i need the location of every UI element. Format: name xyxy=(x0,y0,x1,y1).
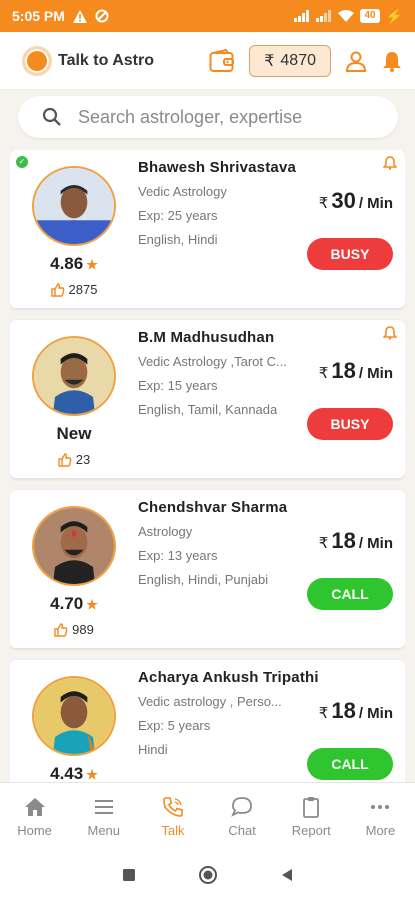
nav-item-chat[interactable]: Chat xyxy=(208,783,277,850)
report-icon xyxy=(303,797,320,818)
avatar[interactable] xyxy=(32,506,116,586)
astrologer-expertise: Vedic astrology , Perso... xyxy=(138,694,282,709)
astrologer-name: Acharya Ankush Tripathi xyxy=(138,669,319,686)
app-header: Talk to Astro ₹ 4870 xyxy=(0,32,415,90)
home-circle-icon[interactable] xyxy=(198,865,218,885)
notify-bell-icon[interactable] xyxy=(383,326,397,340)
wallet-icon[interactable] xyxy=(209,48,235,73)
search-bar[interactable] xyxy=(18,96,398,138)
astrologer-languages: English, Hindi xyxy=(138,232,218,247)
rating: 4.70 ★ xyxy=(50,594,98,613)
more-icon xyxy=(371,805,390,809)
nav-item-report[interactable]: Report xyxy=(277,783,346,850)
astrologer-expertise: Vedic Astrology ,Tarot C... xyxy=(138,354,287,369)
avatar[interactable] xyxy=(32,676,116,756)
thumbs-up-icon xyxy=(50,282,64,297)
astrologer-card[interactable]: 4.43 ★ Acharya Ankush Tripathi Vedic astr… xyxy=(10,660,405,782)
rating: 4.86 ★ xyxy=(50,254,98,273)
astrologer-experience: Exp: 5 years xyxy=(138,718,211,733)
astrologer-card[interactable]: 4.70 ★ 989 Chendshvar Sharma Astrology Ex… xyxy=(10,490,405,648)
system-navigation-bar xyxy=(0,850,415,900)
notification-bell-icon[interactable] xyxy=(381,50,403,72)
astrologer-name: Chendshvar Sharma xyxy=(138,499,288,516)
likes-count: 23 xyxy=(30,452,118,467)
astrologer-card[interactable]: New 23 B.M Madhusudhan Vedic Astrology ,… xyxy=(10,320,405,478)
verified-icon: ✓ xyxy=(16,156,28,168)
home-icon xyxy=(24,798,45,816)
price-per-min: ₹30/ Min xyxy=(318,188,393,213)
star-icon: ★ xyxy=(86,257,98,272)
busy-button[interactable]: BUSY xyxy=(307,408,393,440)
wallet-balance-button[interactable]: ₹ 4870 xyxy=(249,44,331,77)
astrologer-languages: English, Hindi, Punjabi xyxy=(138,572,269,587)
menu-icon xyxy=(94,800,113,814)
likes-count: 2875 xyxy=(30,282,118,297)
astrologer-languages: English, Tamil, Kannada xyxy=(138,402,278,417)
app-logo-icon xyxy=(22,45,52,76)
thumbs-up-icon xyxy=(58,452,72,467)
back-icon[interactable] xyxy=(280,868,294,882)
notify-bell-icon[interactable] xyxy=(383,156,397,170)
nav-item-more[interactable]: More xyxy=(346,783,415,850)
rating: New xyxy=(56,424,92,443)
currency-symbol: ₹ xyxy=(264,52,275,70)
signal-icon xyxy=(294,10,310,22)
busy-button[interactable]: BUSY xyxy=(307,238,393,270)
astrologer-languages: Hindi xyxy=(138,742,168,757)
status-bar: 5:05 PM 40 ⚡ xyxy=(0,0,415,32)
wifi-icon xyxy=(338,10,355,22)
nav-item-home[interactable]: Home xyxy=(0,783,69,850)
battery-indicator: 40 xyxy=(360,9,380,23)
star-icon: ★ xyxy=(86,767,98,782)
status-time: 5:05 PM xyxy=(12,8,65,24)
astrologer-name: B.M Madhusudhan xyxy=(138,329,275,346)
astrologer-card[interactable]: ✓ 4.86 ★ 2875 Bhawesh Shrivastava Vedic A… xyxy=(10,150,405,308)
price-per-min: ₹18/ Min xyxy=(318,698,393,723)
charging-icon: ⚡ xyxy=(385,7,403,24)
recent-apps-icon[interactable] xyxy=(122,868,136,882)
call-button[interactable]: CALL xyxy=(307,578,393,610)
app-title: Talk to Astro xyxy=(58,51,155,69)
price-per-min: ₹18/ Min xyxy=(318,358,393,383)
astrologer-expertise: Astrology xyxy=(138,524,193,539)
nav-item-talk[interactable]: Talk xyxy=(138,783,207,850)
call-button[interactable]: CALL xyxy=(307,748,393,780)
signal-icon xyxy=(316,10,332,22)
avatar[interactable] xyxy=(32,336,116,416)
data-saver-icon xyxy=(95,9,109,23)
astrologer-name: Bhawesh Shrivastava xyxy=(138,159,297,176)
bottom-navigation: Home Menu Talk Chat Report More xyxy=(0,782,415,850)
chat-icon xyxy=(231,797,252,817)
likes-count: 989 xyxy=(30,622,118,637)
wallet-balance: 4870 xyxy=(280,51,316,69)
astrologer-list[interactable]: ✓ 4.86 ★ 2875 Bhawesh Shrivastava Vedic A… xyxy=(10,150,405,782)
astrologer-experience: Exp: 15 years xyxy=(138,378,218,393)
search-input[interactable] xyxy=(78,106,374,128)
astrologer-experience: Exp: 25 years xyxy=(138,208,218,223)
search-icon xyxy=(42,107,61,126)
star-icon: ★ xyxy=(86,597,98,612)
nav-item-menu[interactable]: Menu xyxy=(69,783,138,850)
astrologer-experience: Exp: 13 years xyxy=(138,548,218,563)
price-per-min: ₹18/ Min xyxy=(318,528,393,553)
avatar[interactable] xyxy=(32,166,116,246)
phone-icon xyxy=(163,797,183,817)
profile-icon[interactable] xyxy=(345,50,367,72)
warning-icon xyxy=(72,9,87,23)
rating: 4.43 ★ xyxy=(50,764,98,782)
thumbs-up-icon xyxy=(54,622,68,637)
astrologer-expertise: Vedic Astrology xyxy=(138,184,227,199)
